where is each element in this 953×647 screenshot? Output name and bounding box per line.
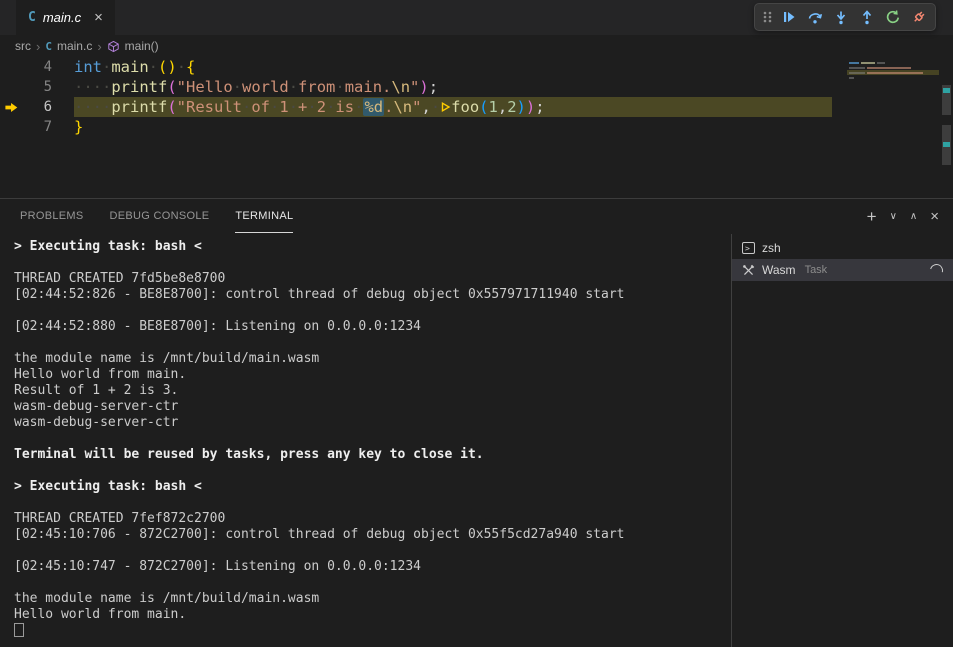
terminal-line <box>14 431 731 447</box>
terminal-line: [02:44:52:826 - BE8E8700]: control threa… <box>14 287 731 303</box>
breadcrumb-src[interactable]: src <box>15 39 31 53</box>
terminal-line: [02:45:10:747 - 872C2700]: Listening on … <box>14 559 731 575</box>
debug-toolbar <box>754 3 936 31</box>
chevron-up-icon[interactable]: ∧ <box>910 211 917 222</box>
panel-actions: + ∨ ∧ × <box>867 208 953 225</box>
line-number: 7 <box>22 119 52 135</box>
terminal-tab-zsh[interactable]: > zsh <box>732 237 953 259</box>
new-terminal-icon[interactable]: + <box>867 208 877 225</box>
step-into-button[interactable] <box>830 6 852 28</box>
terminal-tab-kind: Task <box>805 264 828 276</box>
symbol-method-icon <box>107 40 120 53</box>
tools-icon <box>742 264 755 277</box>
c-file-icon: C <box>45 40 52 53</box>
overview-ruler-mark <box>943 88 950 93</box>
terminal-line: [02:44:52:880 - BE8E8700]: Listening on … <box>14 319 731 335</box>
code-line[interactable]: 5 ····printf("Hello·world·from·main.\n"); <box>0 77 953 97</box>
terminal-line: the module name is /mnt/build/main.wasm <box>14 351 731 367</box>
terminal-icon: > <box>742 242 755 254</box>
close-panel-icon[interactable]: × <box>930 208 939 225</box>
terminal-tab-label: zsh <box>762 241 781 255</box>
code-text[interactable]: } <box>74 117 832 137</box>
terminal-line: THREAD CREATED 7fd5be8e8700 <box>14 271 731 287</box>
terminal-line: the module name is /mnt/build/main.wasm <box>14 591 731 607</box>
minimap[interactable] <box>847 59 939 198</box>
chevron-down-icon[interactable]: ∨ <box>890 211 897 222</box>
terminal-line: Result of 1 + 2 is 3. <box>14 383 731 399</box>
terminal-line: > Executing task: bash < <box>14 479 731 495</box>
restart-button[interactable] <box>882 6 904 28</box>
terminal-line <box>14 255 731 271</box>
debug-current-line-icon[interactable] <box>0 100 22 115</box>
terminal-line: THREAD CREATED 7fef872c2700 <box>14 511 731 527</box>
overview-ruler-mark <box>943 142 950 147</box>
spinner-icon <box>928 261 946 279</box>
breadcrumb-file[interactable]: main.c <box>57 39 92 53</box>
terminal-line <box>14 495 731 511</box>
tab-problems[interactable]: PROBLEMS <box>20 199 84 233</box>
code-text[interactable]: ····printf("Hello·world·from·main.\n"); <box>74 77 832 97</box>
vscode-window: C main.c × src › C main.c <box>0 0 953 647</box>
chevron-right-icon: › <box>97 39 101 54</box>
terminal-line <box>14 575 731 591</box>
terminal-line <box>14 335 731 351</box>
terminal-line <box>14 463 731 479</box>
terminal-tab-label: Wasm <box>762 263 796 277</box>
code-editor[interactable]: 4 int·main·()·{ 5 ····printf("Hello·world·f… <box>0 57 953 198</box>
terminal-output[interactable]: > Executing task: bash < THREAD CREATED 7… <box>0 234 731 647</box>
terminal-line: Terminal will be reused by tasks, press … <box>14 447 731 463</box>
terminal-line: wasm-debug-server-ctr <box>14 399 731 415</box>
code-line[interactable]: 6 ····printf("Result·of·1·+·2·is·%d.\n",·… <box>0 97 953 117</box>
tab-debug-console[interactable]: DEBUG CONSOLE <box>110 199 210 233</box>
drag-gripper-icon[interactable] <box>760 6 774 28</box>
tab-main-c[interactable]: C main.c × <box>16 0 115 35</box>
bottom-panel: PROBLEMS DEBUG CONSOLE TERMINAL + ∨ ∧ × … <box>0 198 953 647</box>
tab-label: main.c <box>43 10 81 25</box>
code-text[interactable]: int·main·()·{ <box>74 57 832 77</box>
tab-terminal[interactable]: TERMINAL <box>235 199 293 233</box>
step-into-target-icon <box>440 98 451 116</box>
line-number: 4 <box>22 59 52 75</box>
terminal-cursor <box>14 623 24 637</box>
code-text[interactable]: ····printf("Result·of·1·+·2·is·%d.\n",·f… <box>74 97 832 117</box>
tab-close-icon[interactable]: × <box>94 10 103 25</box>
line-number: 6 <box>22 99 52 115</box>
disconnect-button[interactable] <box>908 6 930 28</box>
editor-lines: 4 int·main·()·{ 5 ····printf("Hello·world·f… <box>0 57 953 137</box>
terminal-line <box>14 543 731 559</box>
code-line[interactable]: 4 int·main·()·{ <box>0 57 953 77</box>
breadcrumb: src › C main.c › main() <box>0 35 953 57</box>
breadcrumb-symbol[interactable]: main() <box>125 39 159 53</box>
code-line[interactable]: 7} <box>0 117 953 137</box>
terminal-line: wasm-debug-server-ctr <box>14 415 731 431</box>
continue-button[interactable] <box>778 6 800 28</box>
terminal-tabs-sidebar: > zsh Wasm Task <box>731 234 953 647</box>
panel-header: PROBLEMS DEBUG CONSOLE TERMINAL + ∨ ∧ × <box>0 199 953 233</box>
terminal-line <box>14 623 731 640</box>
step-out-button[interactable] <box>856 6 878 28</box>
terminal-tab-wasm-task[interactable]: Wasm Task <box>732 259 953 281</box>
terminal-line: Hello world from main. <box>14 367 731 383</box>
terminal-line: [02:45:10:706 - 872C2700]: control threa… <box>14 527 731 543</box>
step-over-button[interactable] <box>804 6 826 28</box>
chevron-right-icon: › <box>36 39 40 54</box>
line-number: 5 <box>22 79 52 95</box>
terminal-line: > Executing task: bash < <box>14 239 731 255</box>
editor-scrollbar[interactable] <box>939 57 953 198</box>
terminal-line <box>14 303 731 319</box>
terminal-line: Hello world from main. <box>14 607 731 623</box>
c-file-icon: C <box>28 10 36 25</box>
